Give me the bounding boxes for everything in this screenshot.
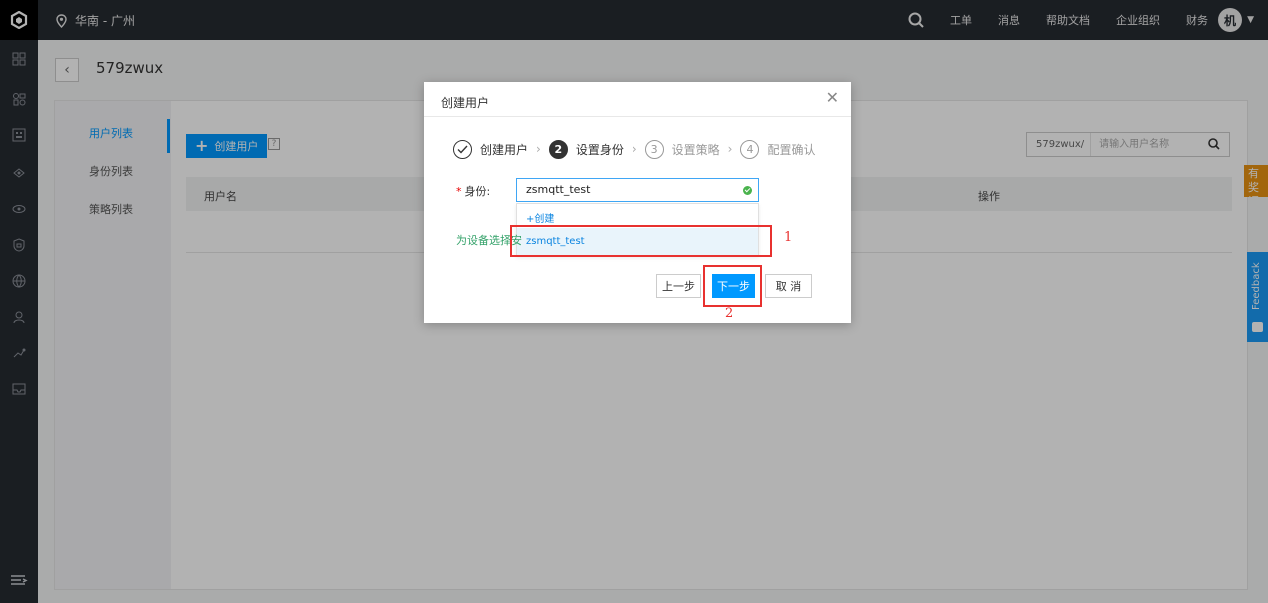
annotation-number-2: 2 xyxy=(725,306,734,321)
chevron-right-icon: › xyxy=(727,142,733,156)
step-2-label: 设置身份 xyxy=(575,142,624,157)
valid-check-icon xyxy=(743,186,752,195)
step-2-number: 2 xyxy=(548,139,568,159)
annotation-box-1 xyxy=(510,225,772,257)
cancel-button[interactable]: 取 消 xyxy=(765,274,812,298)
chevron-right-icon: › xyxy=(631,142,637,156)
identity-label: * 身份: xyxy=(456,183,490,199)
step-4-number: 4 xyxy=(740,139,760,159)
dropdown-create-option[interactable]: +创建 xyxy=(526,210,554,225)
step-3-label: 设置策略 xyxy=(671,142,720,157)
identity-label-text: 身份: xyxy=(464,185,491,198)
wizard-steps: 创建用户 › 2 设置身份 › 3 设置策略 › 4 配置确认 xyxy=(453,139,816,159)
required-mark: * xyxy=(456,185,462,198)
step-3-number: 3 xyxy=(644,139,664,159)
step-1-check-icon xyxy=(453,139,472,159)
identity-input[interactable]: zsmqtt_test xyxy=(516,178,759,202)
step-4-label: 配置确认 xyxy=(767,142,816,157)
chevron-right-icon: › xyxy=(536,142,541,156)
dialog-title: 创建用户 xyxy=(441,96,490,110)
dialog-divider xyxy=(424,116,851,117)
prev-step-button[interactable]: 上一步 xyxy=(656,274,701,298)
create-user-dialog: 创建用户 ✕ 创建用户 › 2 设置身份 › 3 设置策略 › 4 配置确认 *… xyxy=(424,82,851,323)
close-icon[interactable]: ✕ xyxy=(826,90,839,106)
step-1-label: 创建用户 xyxy=(480,142,529,157)
annotation-number-1: 1 xyxy=(784,230,793,245)
annotation-box-2 xyxy=(703,265,762,307)
